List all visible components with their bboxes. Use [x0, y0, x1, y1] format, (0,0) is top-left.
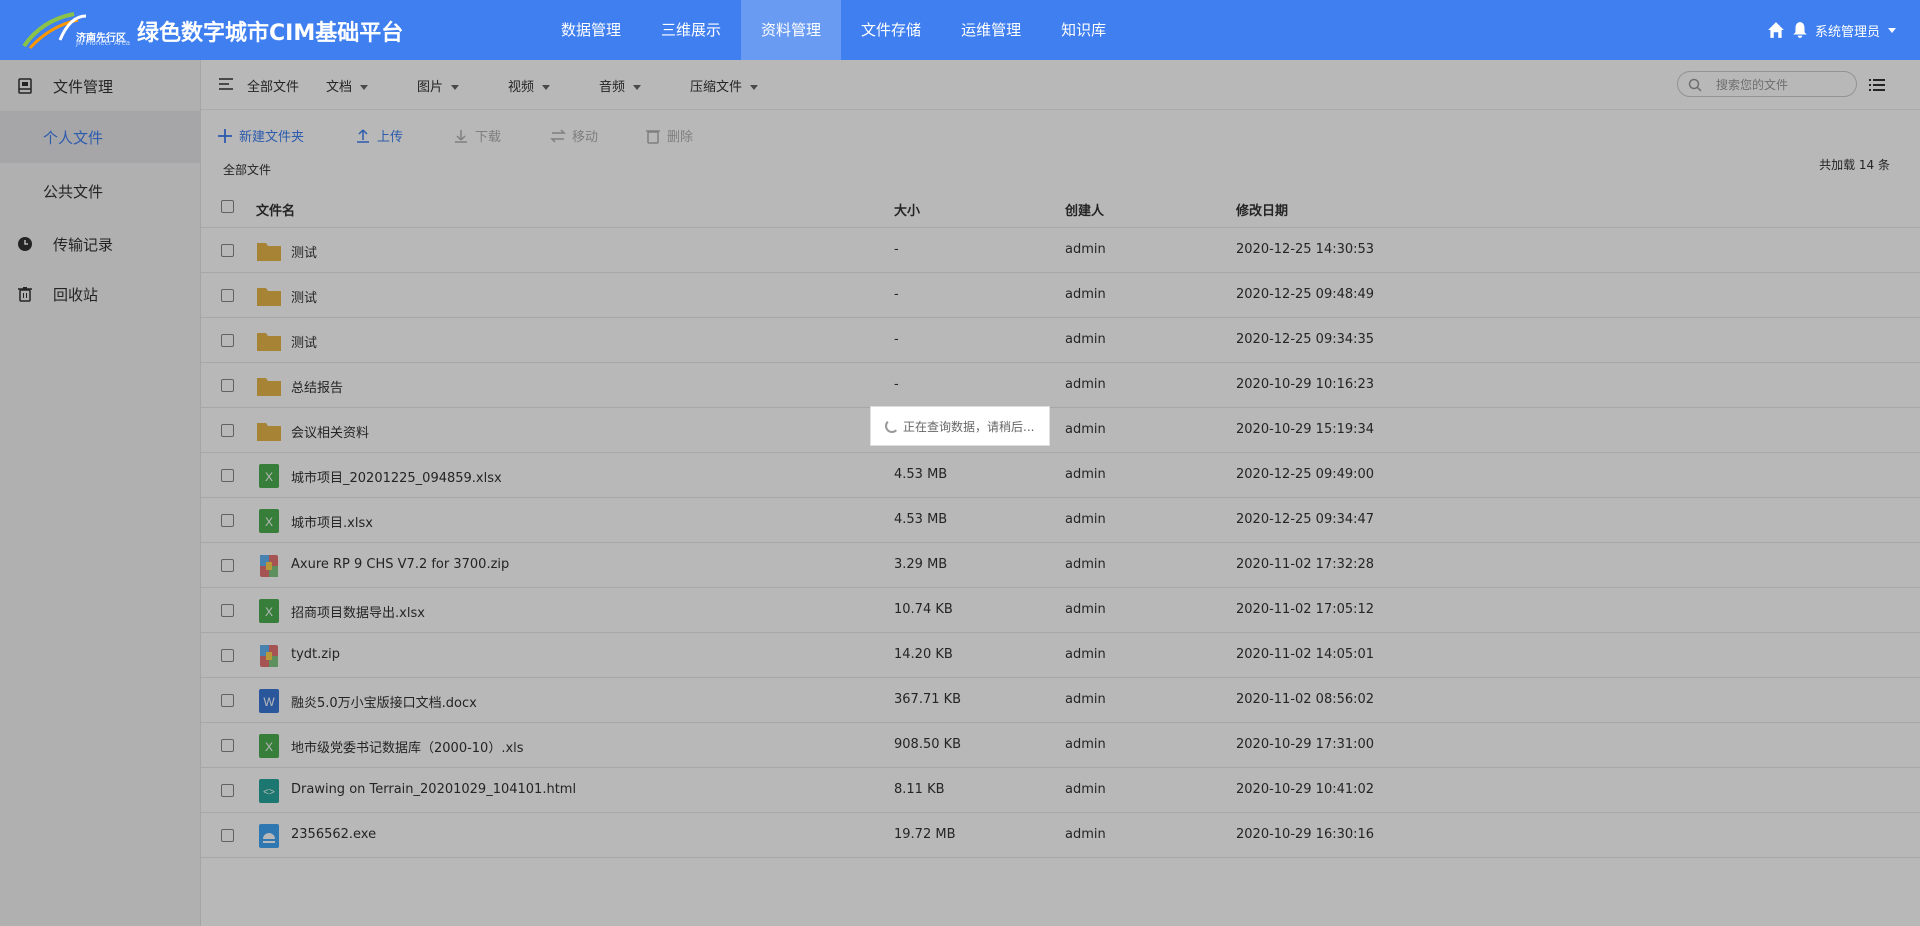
nav-knowledge-base[interactable]: 知识库	[1041, 0, 1126, 60]
loading-text: 正在查询数据，请稍后...	[903, 419, 1035, 434]
bell-icon[interactable]	[1791, 21, 1809, 39]
nav-operations[interactable]: 运维管理	[941, 0, 1041, 60]
loading-toast: 正在查询数据，请稍后...	[870, 406, 1050, 446]
loading-overlay	[0, 60, 1920, 926]
header-user-area: 系统管理员	[1767, 0, 1896, 60]
app-title: 绿色数字城市CIM基础平台	[137, 21, 404, 46]
user-chevron-down-icon[interactable]	[1888, 27, 1896, 33]
spinner-icon	[885, 419, 899, 433]
nav-data-management[interactable]: 数据管理	[541, 0, 641, 60]
nav-file-storage[interactable]: 文件存储	[841, 0, 941, 60]
nav-3d-display[interactable]: 三维展示	[641, 0, 741, 60]
top-header: 济南先行区 JN Pioneer Area 绿色数字城市CIM基础平台 数据管理…	[0, 0, 1920, 60]
user-name[interactable]: 系统管理员	[1815, 21, 1880, 40]
main-nav: 数据管理 三维展示 资料管理 文件存储 运维管理 知识库	[541, 0, 1126, 60]
logo-en-text: JN Pioneer Area	[76, 39, 131, 47]
home-icon[interactable]	[1767, 21, 1785, 39]
nav-document-management[interactable]: 资料管理	[741, 0, 842, 60]
